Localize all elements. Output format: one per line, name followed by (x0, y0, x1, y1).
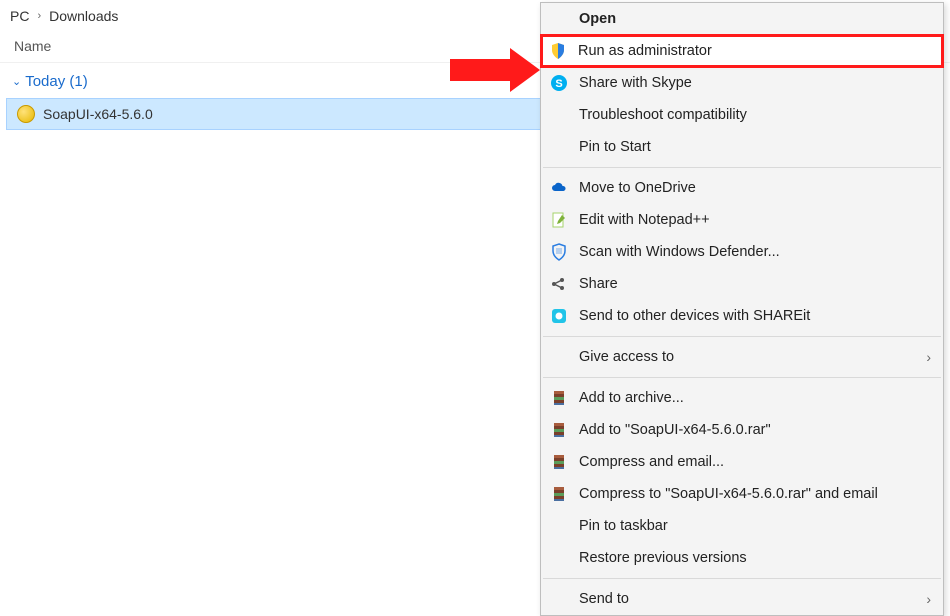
menu-compress-email[interactable]: Compress and email... (541, 446, 943, 478)
menu-separator (543, 167, 941, 168)
defender-icon (549, 242, 569, 262)
share-icon (549, 274, 569, 294)
skype-icon: S (549, 73, 569, 93)
shield-icon (548, 41, 568, 61)
menu-open[interactable]: Open (541, 3, 943, 35)
menu-pin-taskbar[interactable]: Pin to taskbar (541, 510, 943, 542)
menu-send-to[interactable]: Send to › (541, 583, 943, 615)
menu-give-access[interactable]: Give access to › (541, 341, 943, 373)
menu-defender[interactable]: Scan with Windows Defender... (541, 236, 943, 268)
menu-notepad[interactable]: Edit with Notepad++ (541, 204, 943, 236)
notepad-icon (549, 210, 569, 230)
menu-troubleshoot[interactable]: Troubleshoot compatibility (541, 99, 943, 131)
svg-text:S: S (555, 78, 562, 90)
menu-compress-rar-email[interactable]: Compress to "SoapUI-x64-5.6.0.rar" and e… (541, 478, 943, 510)
installer-icon (17, 105, 35, 123)
breadcrumb-part-downloads[interactable]: Downloads (49, 8, 118, 24)
breadcrumb-part-pc[interactable]: PC (10, 8, 29, 24)
chevron-right-icon: › (926, 591, 933, 607)
rar-icon (549, 388, 569, 408)
menu-add-archive[interactable]: Add to archive... (541, 382, 943, 414)
chevron-right-icon: › (37, 10, 41, 22)
menu-restore[interactable]: Restore previous versions (541, 542, 943, 574)
menu-separator (543, 377, 941, 378)
menu-shareit[interactable]: Send to other devices with SHAREit (541, 300, 943, 332)
annotation-arrow (450, 48, 540, 92)
menu-share[interactable]: Share (541, 268, 943, 300)
menu-separator (543, 336, 941, 337)
rar-icon (549, 420, 569, 440)
menu-share-skype[interactable]: S Share with Skype (541, 67, 943, 99)
menu-add-rar[interactable]: Add to "SoapUI-x64-5.6.0.rar" (541, 414, 943, 446)
chevron-down-icon: ⌄ (12, 75, 21, 88)
shareit-icon (549, 306, 569, 326)
menu-separator (543, 578, 941, 579)
group-label: Today (1) (25, 73, 88, 90)
rar-icon (549, 484, 569, 504)
context-menu: Open Run as administrator S Share with S… (540, 2, 944, 616)
cloud-icon (549, 178, 569, 198)
menu-run-admin[interactable]: Run as administrator (540, 34, 944, 68)
menu-pin-start[interactable]: Pin to Start (541, 131, 943, 163)
chevron-right-icon: › (926, 349, 933, 365)
menu-onedrive[interactable]: Move to OneDrive (541, 172, 943, 204)
rar-icon (549, 452, 569, 472)
